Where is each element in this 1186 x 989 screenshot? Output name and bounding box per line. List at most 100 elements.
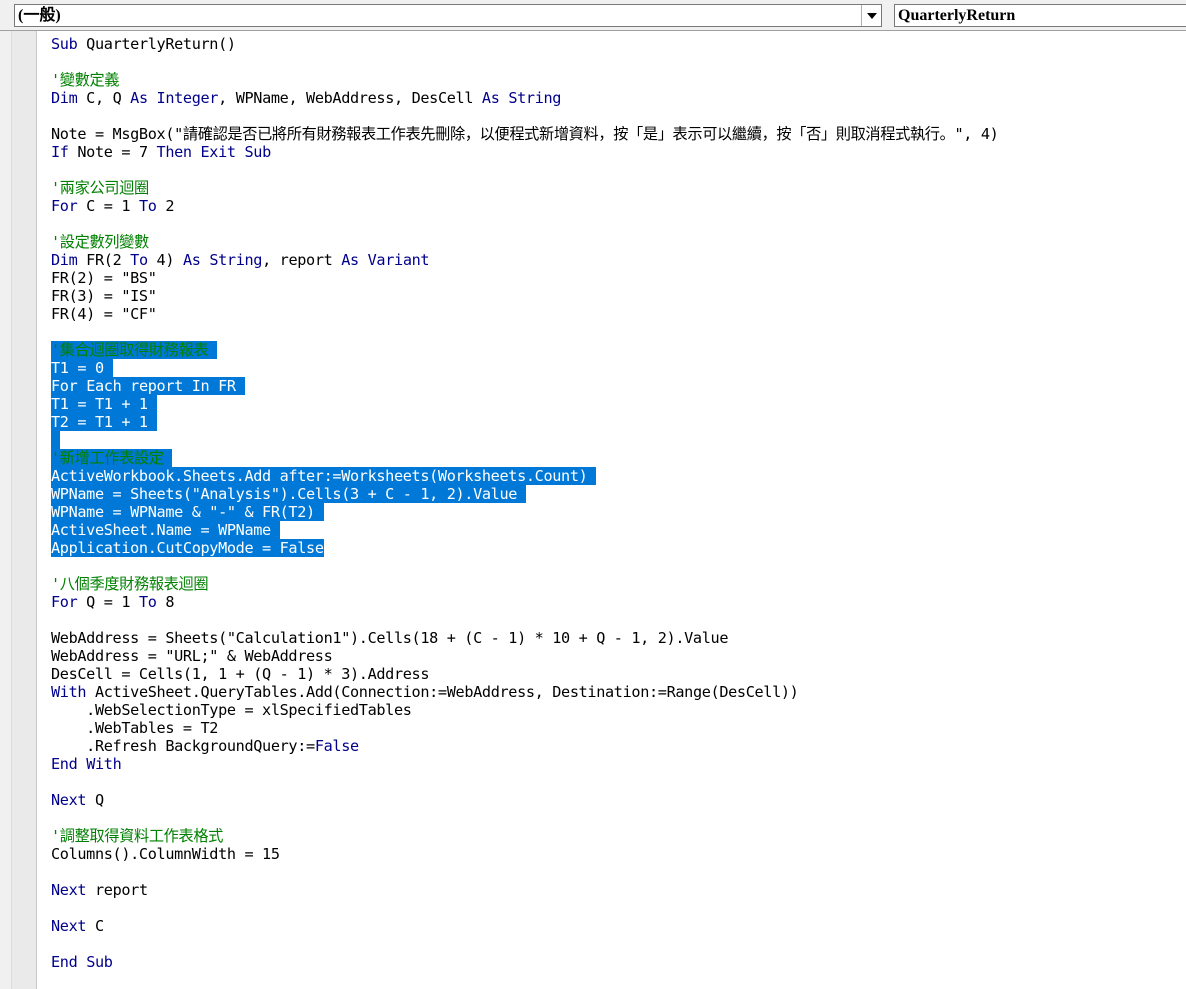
code-line[interactable]: '八個季度財務報表迴圈 bbox=[51, 575, 1186, 593]
code-line[interactable]: For C = 1 To 2 bbox=[51, 197, 1186, 215]
code-line[interactable]: With ActiveSheet.QueryTables.Add(Connect… bbox=[51, 683, 1186, 701]
code-line[interactable]: T2 = T1 + 1 bbox=[51, 413, 1186, 431]
code-line[interactable] bbox=[51, 323, 1186, 341]
code-comment: '變數定義 bbox=[51, 71, 120, 89]
code-line[interactable] bbox=[51, 899, 1186, 917]
code-line[interactable]: Next report bbox=[51, 881, 1186, 899]
code-line[interactable]: '新增工作表設定 bbox=[51, 449, 1186, 467]
code-comment: '八個季度財務報表迴圈 bbox=[51, 575, 209, 593]
code-line[interactable]: Dim FR(2 To 4) As String, report As Vari… bbox=[51, 251, 1186, 269]
code-comment: '設定數列變數 bbox=[51, 233, 149, 251]
code-line[interactable] bbox=[51, 53, 1186, 71]
code-text: FR(3) = "IS" bbox=[51, 287, 157, 305]
code-line[interactable]: WebAddress = "URL;" & WebAddress bbox=[51, 647, 1186, 665]
code-line[interactable]: Sub QuarterlyReturn() bbox=[51, 35, 1186, 53]
code-line[interactable]: '變數定義 bbox=[51, 71, 1186, 89]
code-text: Dim FR(2 To 4) As String, report As Vari… bbox=[51, 251, 430, 269]
code-line[interactable]: ActiveWorkbook.Sheets.Add after:=Workshe… bbox=[51, 467, 1186, 485]
code-line[interactable]: Application.CutCopyMode = False bbox=[51, 539, 1186, 557]
code-comment: '新增工作表設定 bbox=[51, 449, 173, 467]
code-text: ActiveWorkbook.Sheets.Add after:=Workshe… bbox=[51, 467, 597, 485]
code-line[interactable]: For Each report In FR bbox=[51, 377, 1186, 395]
code-line[interactable] bbox=[51, 107, 1186, 125]
code-text: WebAddress = "URL;" & WebAddress bbox=[51, 647, 333, 665]
code-text: ActiveSheet.Name = WPName bbox=[51, 521, 280, 539]
code-line[interactable]: End With bbox=[51, 755, 1186, 773]
code-line[interactable] bbox=[51, 431, 1186, 449]
code-line[interactable]: .WebTables = T2 bbox=[51, 719, 1186, 737]
code-line[interactable]: FR(4) = "CF" bbox=[51, 305, 1186, 323]
code-text: For Each report In FR bbox=[51, 377, 245, 395]
code-text: Next report bbox=[51, 881, 148, 899]
code-line[interactable] bbox=[51, 809, 1186, 827]
code-text: .Refresh BackgroundQuery:=False bbox=[51, 737, 359, 755]
code-line[interactable]: FR(3) = "IS" bbox=[51, 287, 1186, 305]
code-line[interactable]: '調整取得資料工作表格式 bbox=[51, 827, 1186, 845]
code-text: End With bbox=[51, 755, 122, 773]
code-text: FR(4) = "CF" bbox=[51, 305, 157, 323]
code-window-toolbar: (一般) QuarterlyReturn bbox=[0, 0, 1186, 31]
code-line[interactable]: DesCell = Cells(1, 1 + (Q - 1) * 3).Addr… bbox=[51, 665, 1186, 683]
code-line[interactable]: For Q = 1 To 8 bbox=[51, 593, 1186, 611]
object-combobox[interactable]: (一般) bbox=[14, 4, 882, 27]
code-line[interactable]: Next C bbox=[51, 917, 1186, 935]
code-line[interactable]: .Refresh BackgroundQuery:=False bbox=[51, 737, 1186, 755]
code-editor[interactable]: Sub QuarterlyReturn() '變數定義 Dim C, Q As In… bbox=[51, 35, 1186, 989]
code-line[interactable]: WPName = Sheets("Analysis").Cells(3 + C … bbox=[51, 485, 1186, 503]
code-line[interactable]: '兩家公司迴圈 bbox=[51, 179, 1186, 197]
code-text: For Q = 1 To 8 bbox=[51, 593, 175, 611]
code-line[interactable]: Columns().ColumnWidth = 15 bbox=[51, 845, 1186, 863]
code-line[interactable] bbox=[51, 935, 1186, 953]
code-text: Dim C, Q As Integer, WPName, WebAddress,… bbox=[51, 89, 562, 107]
code-line[interactable]: .WebSelectionType = xlSpecifiedTables bbox=[51, 701, 1186, 719]
code-line[interactable]: '集合迴圈取得財務報表 bbox=[51, 341, 1186, 359]
code-text: T1 = T1 + 1 bbox=[51, 395, 157, 413]
code-text: T2 = T1 + 1 bbox=[51, 413, 157, 431]
code-text: For C = 1 To 2 bbox=[51, 197, 175, 215]
code-text: Application.CutCopyMode = False bbox=[51, 539, 324, 557]
code-line[interactable] bbox=[51, 161, 1186, 179]
code-line[interactable] bbox=[51, 863, 1186, 881]
code-text: End Sub bbox=[51, 953, 113, 971]
code-line[interactable]: T1 = 0 bbox=[51, 359, 1186, 377]
code-line[interactable]: WPName = WPName & "-" & FR(T2) bbox=[51, 503, 1186, 521]
code-text: With ActiveSheet.QueryTables.Add(Connect… bbox=[51, 683, 799, 701]
code-text: FR(2) = "BS" bbox=[51, 269, 157, 287]
code-line[interactable]: If Note = 7 Then Exit Sub bbox=[51, 143, 1186, 161]
procedure-combobox-value: QuarterlyReturn bbox=[898, 7, 1016, 24]
code-line[interactable]: FR(2) = "BS" bbox=[51, 269, 1186, 287]
code-text: Note = MsgBox("請確認是否已將所有財務報表工作表先刪除，以便程式新… bbox=[51, 125, 999, 143]
code-comment: '集合迴圈取得財務報表 bbox=[51, 341, 217, 359]
code-line[interactable] bbox=[51, 773, 1186, 791]
code-line[interactable] bbox=[51, 215, 1186, 233]
code-text: Sub QuarterlyReturn() bbox=[51, 35, 236, 53]
code-line[interactable] bbox=[51, 557, 1186, 575]
code-text: If Note = 7 Then Exit Sub bbox=[51, 143, 271, 161]
code-text: .WebTables = T2 bbox=[51, 719, 219, 737]
code-text bbox=[51, 431, 60, 449]
code-line[interactable]: WebAddress = Sheets("Calculation1").Cell… bbox=[51, 629, 1186, 647]
code-text: WebAddress = Sheets("Calculation1").Cell… bbox=[51, 629, 729, 647]
left-gutter bbox=[0, 31, 11, 989]
code-line[interactable]: T1 = T1 + 1 bbox=[51, 395, 1186, 413]
code-text: WPName = Sheets("Analysis").Cells(3 + C … bbox=[51, 485, 526, 503]
chevron-down-icon[interactable] bbox=[861, 5, 881, 26]
code-line[interactable]: Next Q bbox=[51, 791, 1186, 809]
code-line[interactable]: '設定數列變數 bbox=[51, 233, 1186, 251]
code-line[interactable]: End Sub bbox=[51, 953, 1186, 971]
code-line[interactable]: ActiveSheet.Name = WPName bbox=[51, 521, 1186, 539]
code-text: .WebSelectionType = xlSpecifiedTables bbox=[51, 701, 412, 719]
code-comment: '調整取得資料工作表格式 bbox=[51, 827, 224, 845]
margin-indicator-bar[interactable] bbox=[11, 31, 37, 989]
code-text: Next C bbox=[51, 917, 104, 935]
procedure-combobox[interactable]: QuarterlyReturn bbox=[894, 4, 1186, 27]
code-line[interactable] bbox=[51, 611, 1186, 629]
code-line[interactable]: Note = MsgBox("請確認是否已將所有財務報表工作表先刪除，以便程式新… bbox=[51, 125, 1186, 143]
code-text: Next Q bbox=[51, 791, 104, 809]
object-combobox-value: (一般) bbox=[18, 7, 61, 24]
code-text: DesCell = Cells(1, 1 + (Q - 1) * 3).Addr… bbox=[51, 665, 430, 683]
code-comment: '兩家公司迴圈 bbox=[51, 179, 149, 197]
code-text: WPName = WPName & "-" & FR(T2) bbox=[51, 503, 324, 521]
code-text: Columns().ColumnWidth = 15 bbox=[51, 845, 280, 863]
code-line[interactable]: Dim C, Q As Integer, WPName, WebAddress,… bbox=[51, 89, 1186, 107]
